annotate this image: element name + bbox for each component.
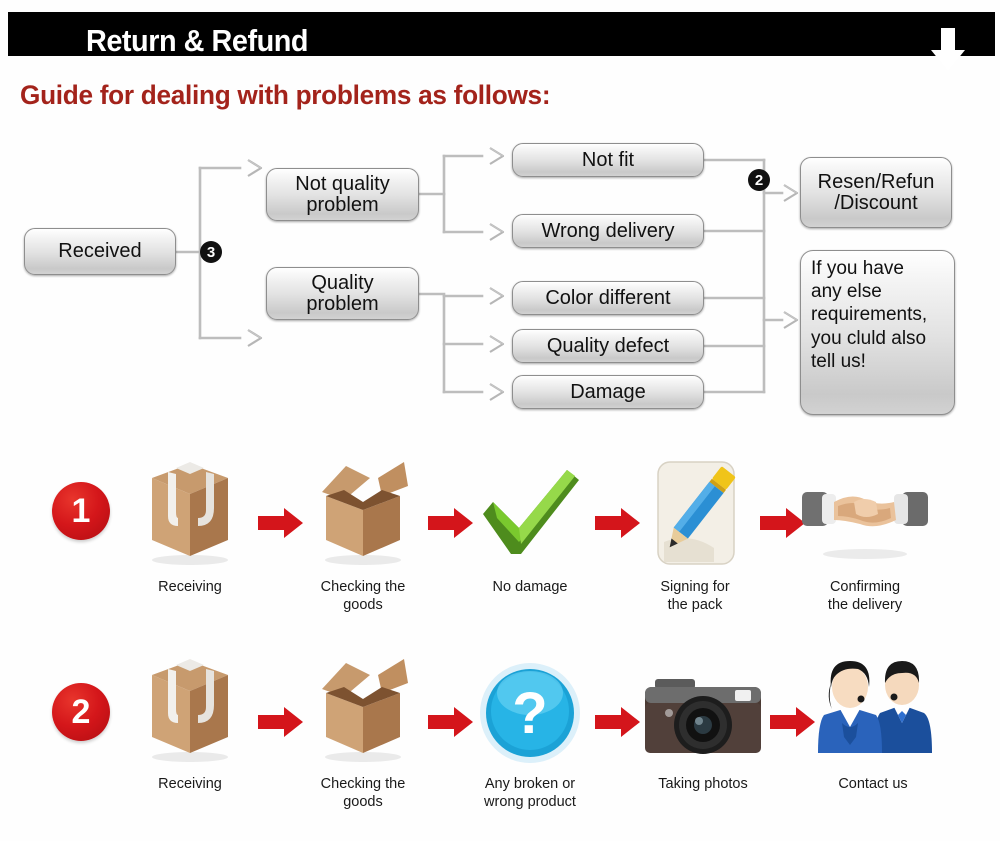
svg-text:?: ? bbox=[512, 681, 547, 746]
process-step-checking-goods: Checking the goods bbox=[288, 448, 438, 614]
closed-box-icon bbox=[115, 448, 265, 568]
flow-node-label: Quality defect bbox=[546, 334, 670, 357]
process-step-receiving: Receiving bbox=[115, 645, 265, 793]
process-step-signing: Signing for the pack bbox=[620, 448, 770, 614]
process-step-caption: Any broken or wrong product bbox=[484, 776, 576, 811]
note-line-1: If you have bbox=[811, 258, 904, 279]
process-row-number: 1 bbox=[71, 492, 91, 530]
process-step-contact-us: Contact us bbox=[798, 645, 948, 793]
process-step-caption: Signing for the pack bbox=[660, 579, 730, 614]
returns-flowchart: Received 3 Not quality problem Quality p… bbox=[0, 130, 1000, 430]
flow-badge-2-label: 2 bbox=[754, 171, 764, 189]
process-step-caption: Confirming the delivery bbox=[827, 579, 903, 614]
flow-node-label-line1: Resen/Refun bbox=[817, 170, 935, 193]
process-row-1-number-badge: 1 bbox=[52, 482, 110, 540]
process-step-no-damage: No damage bbox=[455, 448, 605, 596]
flow-node-quality-problem[interactable]: Quality problem bbox=[266, 267, 419, 320]
flow-node-wrong-delivery[interactable]: Wrong delivery bbox=[512, 214, 704, 248]
flow-node-received[interactable]: Received bbox=[24, 228, 176, 275]
camera-icon bbox=[628, 645, 778, 765]
process-step-checking-goods: Checking the goods bbox=[288, 645, 438, 811]
flow-node-label-line1: Not quality bbox=[295, 172, 390, 195]
process-step-caption: Checking the goods bbox=[320, 579, 406, 614]
process-step-receiving: Receiving bbox=[115, 448, 265, 596]
note-line-4: you cluld also bbox=[811, 327, 927, 349]
process-row-2-number-badge: 2 bbox=[52, 683, 110, 741]
flow-node-label: Received bbox=[58, 240, 142, 262]
note-line-2: any else bbox=[811, 281, 882, 303]
flow-badge-3: 3 bbox=[200, 241, 222, 263]
flow-node-quality-defect[interactable]: Quality defect bbox=[512, 329, 704, 363]
flow-badge-3-label: 3 bbox=[206, 243, 216, 261]
closed-box-icon bbox=[115, 645, 265, 765]
process-step-any-broken: ? Any broken or wrong product bbox=[455, 645, 605, 811]
flow-node-not-fit[interactable]: Not fit bbox=[512, 143, 704, 177]
note-line-3: requirements, bbox=[811, 304, 928, 326]
process-step-caption: Taking photos bbox=[658, 776, 748, 792]
question-mark-icon: ? bbox=[455, 645, 605, 765]
flow-node-damage[interactable]: Damage bbox=[512, 375, 704, 409]
open-box-icon bbox=[288, 448, 438, 568]
support-agents-icon bbox=[798, 645, 948, 765]
flow-node-label: Wrong delivery bbox=[541, 219, 675, 242]
process-step-caption: Receiving bbox=[158, 776, 222, 792]
flow-node-not-quality-problem[interactable]: Not quality problem bbox=[266, 168, 419, 221]
handshake-icon bbox=[790, 448, 940, 568]
guide-heading: Guide for dealing with problems as follo… bbox=[20, 80, 551, 110]
note-line-5: tell us! bbox=[811, 350, 866, 372]
flow-node-label: Not fit bbox=[581, 148, 635, 171]
process-row-2: 2 Receiving Checking the goods ? Any bro… bbox=[0, 645, 1000, 845]
flow-node-label-line2: /Discount bbox=[834, 191, 918, 214]
process-row-1: 1 Receiving Checking the goods No damage… bbox=[0, 448, 1000, 648]
flow-node-label-line2: problem bbox=[306, 292, 379, 315]
flow-badge-2: 2 bbox=[748, 169, 770, 191]
process-step-caption: Receiving bbox=[158, 579, 222, 595]
flow-node-label-line1: Quality bbox=[311, 271, 374, 294]
page-title: Return & Refund bbox=[86, 23, 309, 58]
flow-node-label: Damage bbox=[570, 380, 646, 403]
pencil-signing-icon bbox=[620, 448, 770, 568]
process-step-taking-photos: Taking photos bbox=[628, 645, 778, 793]
process-step-caption: Checking the goods bbox=[320, 776, 406, 811]
process-step-caption: Contact us bbox=[838, 776, 908, 792]
process-row-number: 2 bbox=[71, 693, 91, 731]
header-banner: Return & Refund bbox=[8, 12, 995, 71]
flow-node-resend-refund-discount[interactable]: Resen/Refun /Discount bbox=[800, 157, 952, 228]
process-step-confirming-delivery: Confirming the delivery bbox=[790, 448, 940, 614]
flow-node-extra-requirements-note[interactable]: If you have any else requirements, you c… bbox=[800, 250, 955, 415]
flow-node-color-different[interactable]: Color different bbox=[512, 281, 704, 315]
process-step-caption: No damage bbox=[492, 579, 568, 595]
flow-node-label: Color different bbox=[545, 286, 671, 309]
flow-node-label-line2: problem bbox=[306, 193, 379, 216]
green-check-icon bbox=[455, 448, 605, 568]
open-box-icon bbox=[288, 645, 438, 765]
arrow-down-icon bbox=[931, 28, 965, 71]
